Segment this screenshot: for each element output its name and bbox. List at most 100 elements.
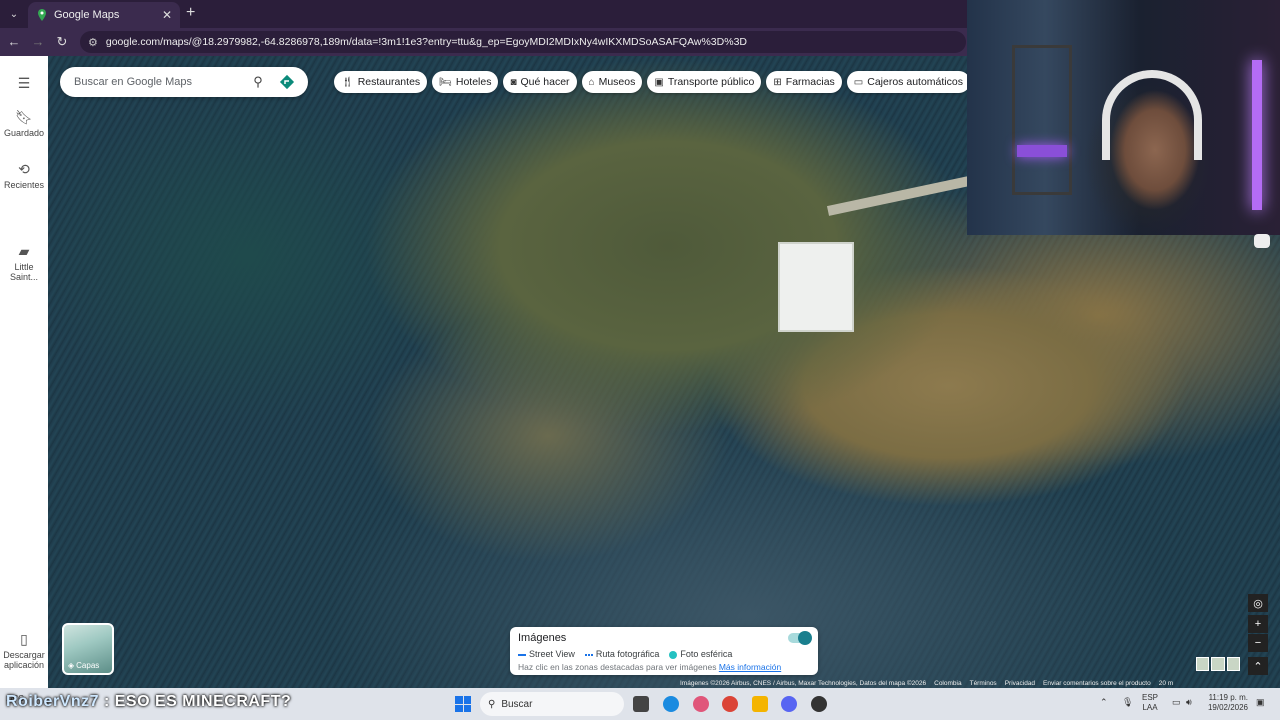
forward-arrow-icon[interactable]: → [30, 34, 46, 49]
chip-label: Restaurantes [357, 76, 421, 88]
hotel-icon: 🛏︎ [439, 76, 452, 88]
discord-icon[interactable] [781, 696, 797, 712]
search-icon: ⚲ [488, 698, 496, 710]
chip-label: Qué hacer [520, 76, 570, 88]
pharmacy-icon: ⊞ [773, 76, 782, 88]
webcam-shelf [1012, 45, 1072, 195]
my-location-icon[interactable]: ◎ [1248, 594, 1268, 612]
map-thumb[interactable] [1211, 657, 1225, 671]
chrome-icon[interactable] [722, 696, 738, 712]
phone-icon: ▯ [20, 631, 28, 647]
legend-sphere-photo: Foto esférica [669, 649, 732, 659]
clock-date: 19/02/2026 [1207, 703, 1248, 712]
chip-label: Museos [598, 76, 636, 88]
more-info-link[interactable]: Más información [719, 662, 781, 672]
clock-time: 11:19 p. m. [1208, 693, 1248, 702]
search-icon[interactable]: ⚲ [246, 74, 270, 90]
microphone-icon[interactable]: 🎙︎ [1122, 697, 1133, 708]
url-text[interactable]: google.com/maps/@18.2979982,-64.8286978,… [106, 36, 747, 48]
layers-button[interactable]: ◈ Capas [62, 623, 114, 675]
attribution-country[interactable]: Colombia [934, 680, 961, 688]
chat-message: : ESO ES MINECRAFT? [103, 693, 292, 710]
restaurant-icon: 🍴︎ [341, 76, 354, 88]
chip-restaurants[interactable]: 🍴︎ Restaurantes [334, 71, 428, 93]
tab-title: Google Maps [54, 9, 120, 21]
webcam-overlay [967, 0, 1280, 235]
street-view-line-icon [518, 653, 526, 656]
sidebar-item-saved[interactable]: 🔖︎ Guardado [0, 110, 48, 138]
network-icon[interactable]: ▭ [1172, 697, 1181, 708]
attribution-imagery: Imágenes ©2026 Airbus, CNES / Airbus, Ma… [680, 680, 927, 687]
legend-label: Foto esférica [680, 649, 733, 659]
url-bar[interactable]: ⚙ google.com/maps/@18.2979982,-64.828697… [80, 31, 966, 53]
expand-icon[interactable]: ⌃ [1248, 657, 1268, 675]
chip-atms[interactable]: ▭ Cajeros automáticos [846, 71, 970, 93]
category-chips: 🍴︎ Restaurantes 🛏︎ Hoteles ◙ Qué hacer ⌂ Mus… [334, 71, 970, 93]
stream-chat-overlay: RoiberVnz7 : ESO ES MINECRAFT? [6, 693, 291, 711]
chip-museums[interactable]: ⌂ Museos [581, 71, 643, 93]
camera-icon: ◙ [510, 76, 517, 88]
language-code: ESP [1142, 693, 1159, 702]
scale-bar[interactable]: 20 m [1159, 680, 1173, 688]
sidebar-item-recent[interactable]: ⟲ Recientes [0, 161, 48, 190]
edge-icon[interactable] [663, 696, 679, 712]
imagery-card: Imágenes Street View Ruta fotográfica Fo… [510, 627, 818, 675]
atm-icon: ▭ [853, 76, 864, 88]
task-view-icon[interactable] [633, 696, 649, 712]
imagery-toggle[interactable] [788, 631, 812, 645]
layers-icon: ◈ [68, 661, 75, 670]
close-tab-icon[interactable]: ✕ [162, 8, 172, 22]
menu-button[interactable]: ☰ [0, 76, 48, 94]
search-box: ⚲ [60, 67, 308, 97]
feedback-link[interactable]: Enviar comentarios sobre el producto [1043, 680, 1151, 688]
chip-things-to-do[interactable]: ◙ Qué hacer [503, 71, 577, 93]
back-arrow-icon[interactable]: ← [6, 34, 22, 49]
sidebar-item-label: Descargar aplicación [3, 650, 45, 670]
maps-pin-icon [38, 9, 46, 21]
map-thumb[interactable] [1196, 657, 1210, 671]
tab-list-button[interactable]: ⌄ [4, 4, 24, 24]
bot-icon [1254, 234, 1270, 248]
sidebar-item-label: Recientes [3, 180, 45, 190]
tab-google-maps[interactable]: Google Maps ✕ [28, 2, 180, 28]
place-thumbnail-icon: ▰ [18, 243, 30, 259]
windows-start-icon[interactable] [455, 696, 471, 712]
imagery-hint: Haz clic en las zonas destacadas para ve… [518, 662, 810, 672]
privacy-link[interactable]: Privacidad [1005, 680, 1035, 688]
chip-label: Hoteles [455, 76, 492, 88]
chip-hotels[interactable]: 🛏︎ Hoteles [432, 71, 499, 93]
sidebar-item-download[interactable]: ▯ Descargar aplicación [0, 631, 48, 670]
copilot-icon[interactable] [693, 696, 709, 712]
zoom-out-button[interactable]: − [1248, 634, 1268, 652]
chip-pharmacies[interactable]: ⊞ Farmacias [766, 71, 842, 93]
reload-icon[interactable]: ↻ [54, 34, 70, 50]
taskbar-search[interactable]: ⚲ Buscar [480, 692, 624, 716]
tray-chevron-icon[interactable]: ⌃ [1100, 697, 1108, 708]
chip-transit[interactable]: ▣ Transporte público [647, 71, 762, 93]
new-tab-button[interactable]: + [186, 4, 195, 22]
legend-photo-route: Ruta fotográfica [584, 649, 659, 659]
obs-icon[interactable] [811, 696, 827, 712]
file-explorer-icon[interactable] [752, 696, 768, 712]
search-input[interactable] [74, 76, 246, 88]
imagery-hint-text: Haz clic en las zonas destacadas para ve… [518, 662, 717, 672]
notification-icon[interactable]: ▣ [1256, 697, 1265, 708]
site-info-icon[interactable]: ⚙ [88, 36, 98, 49]
webcam-led-light [1252, 60, 1262, 210]
sidebar-item-label: Little Saint... [9, 262, 38, 282]
directions-icon[interactable] [276, 71, 298, 93]
taskbar-search-label: Buscar [501, 698, 533, 710]
terms-link[interactable]: Términos [970, 680, 997, 688]
webcam-headset [1102, 70, 1202, 160]
map-attribution: Imágenes ©2026 Airbus, CNES / Airbus, Ma… [680, 680, 1280, 688]
sidebar-item-place[interactable]: ▰ Little Saint... [0, 243, 48, 282]
layers-label-wrap: ◈ Capas [68, 661, 99, 670]
taskbar-clock[interactable]: 11:19 p. m. 19/02/2026 [1204, 693, 1248, 713]
language-indicator[interactable]: ESP LAA [1142, 693, 1158, 713]
volume-icon[interactable]: 🔊︎ [1186, 697, 1192, 708]
zoom-in-button[interactable]: + [1248, 615, 1268, 633]
history-icon: ⟲ [18, 161, 30, 177]
map-type-thumbnails[interactable] [1196, 657, 1240, 671]
chip-label: Farmacias [785, 76, 835, 88]
map-thumb[interactable] [1226, 657, 1240, 671]
